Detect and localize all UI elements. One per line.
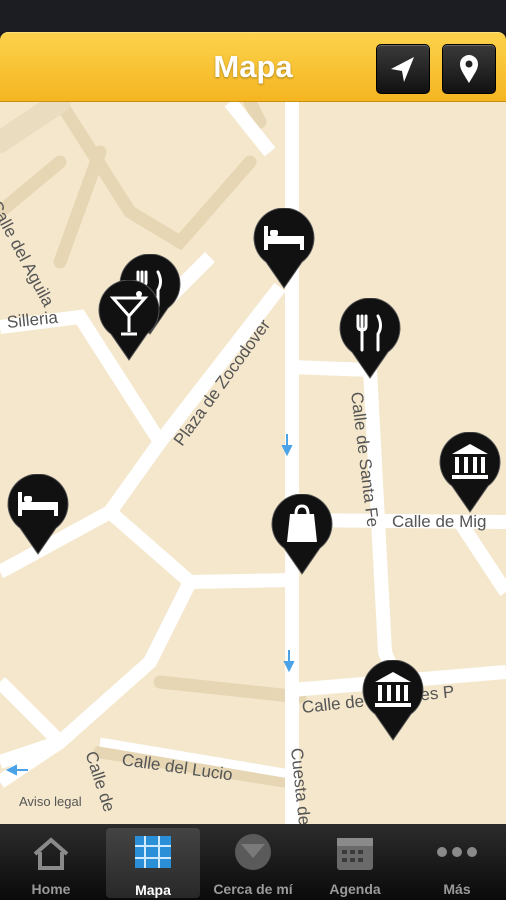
bed-icon: [253, 207, 315, 289]
shopping-bag-icon: [271, 493, 333, 575]
tab-label: Agenda: [329, 881, 381, 897]
tab-mapa[interactable]: Mapa: [106, 828, 200, 898]
radar-icon: [235, 834, 271, 870]
hotel-pin[interactable]: [252, 207, 316, 290]
tab-label: Cerca de mí: [213, 881, 293, 897]
tab-bar: Home Mapa Cerca de mí Agenda Más: [0, 824, 506, 900]
shopping-pin[interactable]: [270, 493, 334, 576]
museum-pin[interactable]: [361, 659, 425, 742]
status-bar: [0, 0, 506, 32]
tab-label: Mapa: [135, 882, 171, 898]
cocktail-icon: [98, 279, 160, 361]
home-icon: [33, 837, 69, 870]
legal-notice-link[interactable]: Aviso legal: [19, 794, 82, 809]
map-pin-icon: [460, 55, 478, 83]
museum-icon: [362, 659, 424, 741]
tab-home[interactable]: Home: [2, 824, 100, 900]
pin-filter-button[interactable]: [442, 44, 496, 94]
hotel-pin[interactable]: [6, 473, 70, 556]
calendar-icon: [337, 838, 373, 870]
restaurant-pin[interactable]: [338, 297, 402, 380]
tab-label: Home: [31, 881, 71, 897]
tab-label: Más: [443, 881, 471, 897]
map-view[interactable]: Calle del Aguila Silleria Plaza de Zocod…: [0, 102, 506, 824]
street-label: Calle de Mig: [392, 512, 487, 531]
more-dots-icon: [437, 847, 477, 857]
map-icon: [135, 836, 171, 868]
locate-me-button[interactable]: [376, 44, 430, 94]
museum-pin[interactable]: [438, 431, 502, 514]
tab-cerca-de-mi[interactable]: Cerca de mí: [204, 824, 302, 900]
tab-mas[interactable]: Más: [408, 824, 506, 900]
restaurant-icon: [339, 297, 401, 379]
tab-agenda[interactable]: Agenda: [306, 824, 404, 900]
navigation-arrow-icon: [391, 57, 414, 82]
bed-icon: [7, 473, 69, 555]
museum-icon: [439, 431, 501, 513]
nav-bar: Mapa: [0, 32, 506, 102]
bar-pin[interactable]: [97, 279, 161, 362]
page-title: Mapa: [213, 49, 293, 84]
